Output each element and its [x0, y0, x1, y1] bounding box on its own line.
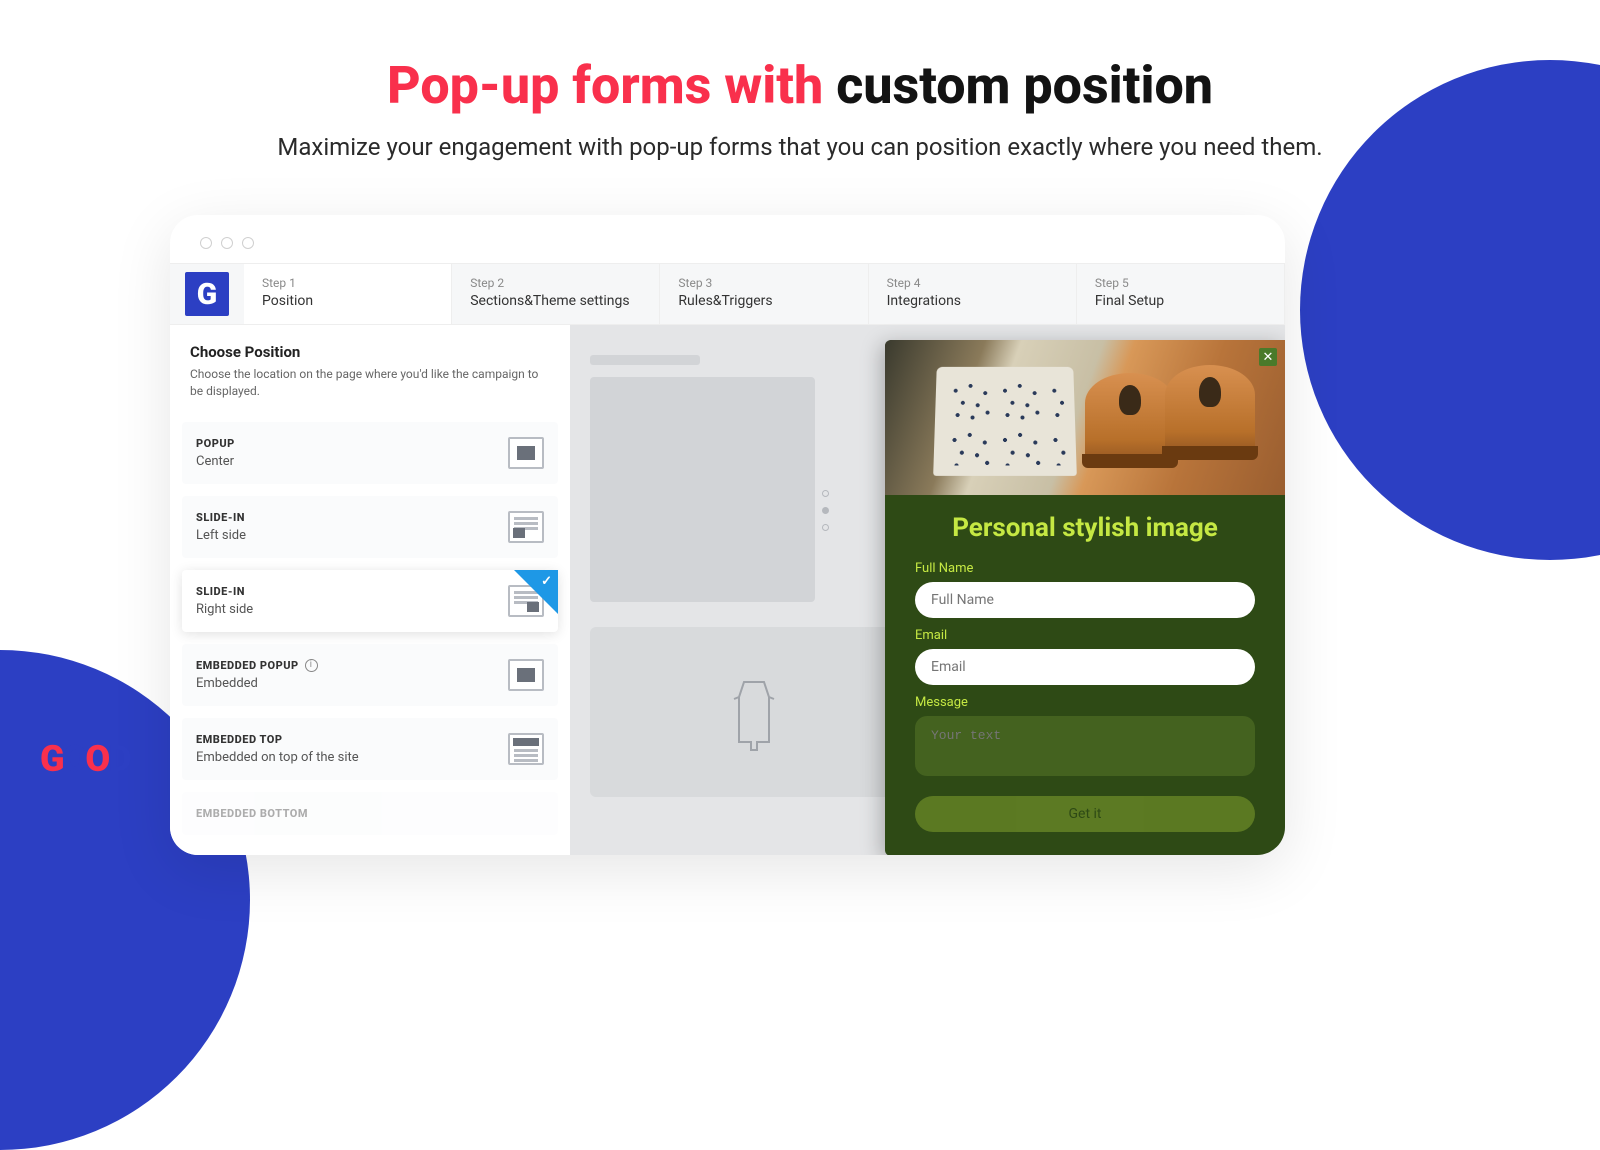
position-thumb-icon [508, 659, 544, 691]
page-title: Pop-up forms with custom position [0, 55, 1600, 116]
message-textarea[interactable] [915, 716, 1255, 776]
info-icon[interactable]: i [305, 659, 318, 672]
window-dot [242, 237, 254, 249]
step-number: Step 3 [678, 276, 849, 290]
app-logo: G [185, 272, 229, 316]
preview-canvas: ✕ Personal stylish image Full Name Email… [570, 325, 1285, 855]
step-number: Step 4 [887, 276, 1058, 290]
step-label: Sections&Theme settings [470, 293, 641, 309]
close-icon[interactable]: ✕ [1259, 348, 1277, 366]
step-final-setup[interactable]: Step 5 Final Setup [1077, 264, 1285, 324]
position-desc: Left side [196, 528, 246, 543]
wizard-steps: G Step 1 Position Step 2 Sections&Theme … [170, 263, 1285, 325]
title-black: custom position [836, 55, 1213, 116]
step-sections-theme[interactable]: Step 2 Sections&Theme settings [452, 264, 660, 324]
check-icon [514, 570, 558, 614]
shoes-image [1085, 365, 1255, 480]
position-slidein-right[interactable]: SLIDE-IN Right side [182, 570, 558, 632]
skeleton-box [590, 377, 815, 602]
popup-hero-image: ✕ [885, 340, 1285, 495]
message-label: Message [915, 695, 1255, 710]
position-type: EMBEDDED TOP [196, 733, 359, 746]
page-subtitle: Maximize your engagement with pop-up for… [0, 131, 1600, 165]
step-rules-triggers[interactable]: Step 3 Rules&Triggers [660, 264, 868, 324]
step-integrations[interactable]: Step 4 Integrations [869, 264, 1077, 324]
position-type: EMBEDDED BOTTOM [196, 807, 308, 820]
position-thumb-icon [508, 733, 544, 765]
position-thumb-icon [508, 511, 544, 543]
fullname-input[interactable] [915, 582, 1255, 618]
position-popup-center[interactable]: POPUP Center [182, 422, 558, 484]
position-slidein-left[interactable]: SLIDE-IN Left side [182, 496, 558, 558]
submit-button[interactable]: Get it [915, 796, 1255, 832]
panel-title: Choose Position [182, 343, 558, 361]
brand-logo: GOOD [40, 738, 130, 780]
skeleton-product [590, 627, 919, 797]
step-number: Step 2 [470, 276, 641, 290]
position-type: SLIDE-IN [196, 511, 246, 524]
position-thumb-icon [508, 437, 544, 469]
email-label: Email [915, 628, 1255, 643]
position-type: SLIDE-IN [196, 585, 253, 598]
popup-title: Personal stylish image [915, 513, 1255, 543]
position-desc: Center [196, 454, 235, 469]
window-dot [221, 237, 233, 249]
position-type: POPUP [196, 437, 235, 450]
position-embedded-popup[interactable]: EMBEDDED POPUPi Embedded [182, 644, 558, 706]
position-panel: Choose Position Choose the location on t… [170, 325, 570, 855]
fullname-label: Full Name [915, 561, 1255, 576]
step-label: Integrations [887, 293, 1058, 309]
position-embedded-top[interactable]: EMBEDDED TOP Embedded on top of the site [182, 718, 558, 780]
app-window: G Step 1 Position Step 2 Sections&Theme … [170, 215, 1285, 855]
step-label: Final Setup [1095, 293, 1266, 309]
step-number: Step 5 [1095, 276, 1266, 290]
position-embedded-bottom[interactable]: EMBEDDED BOTTOM [182, 792, 558, 835]
step-position[interactable]: Step 1 Position [244, 264, 452, 324]
skeleton-line [590, 355, 700, 365]
shirt-image [933, 367, 1077, 476]
position-desc: Embedded on top of the site [196, 750, 359, 765]
panel-subtitle: Choose the location on the page where yo… [182, 366, 558, 400]
step-label: Position [262, 293, 433, 309]
window-controls [170, 215, 1285, 263]
skeleton-dots [822, 490, 829, 531]
hero-headline: Pop-up forms with custom position Maximi… [0, 0, 1600, 165]
step-number: Step 1 [262, 276, 433, 290]
popup-preview: ✕ Personal stylish image Full Name Email… [885, 340, 1285, 855]
position-desc: Embedded [196, 676, 318, 691]
position-type: EMBEDDED POPUPi [196, 659, 318, 672]
step-label: Rules&Triggers [678, 293, 849, 309]
window-dot [200, 237, 212, 249]
position-list: POPUP Center SLIDE-IN Left side SLIDE-IN [182, 422, 558, 835]
title-red: Pop-up forms with [387, 55, 823, 116]
email-input[interactable] [915, 649, 1255, 685]
position-desc: Right side [196, 602, 253, 617]
